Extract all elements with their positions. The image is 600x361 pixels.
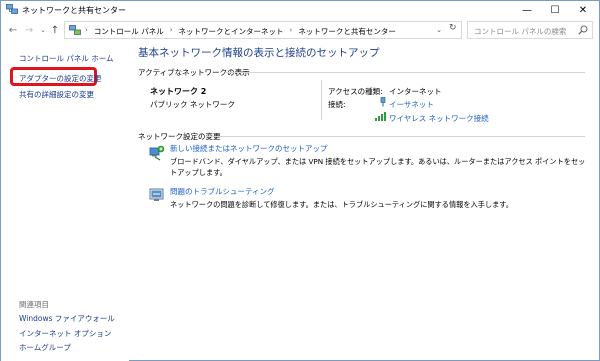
window: ネットワークと共有センター — ☐ ✕ ← → ⌄ ↑ › コントロール パネル… bbox=[0, 0, 600, 361]
breadcrumb-separator: › bbox=[289, 26, 293, 34]
search-input[interactable]: コントロール パネルの検索 bbox=[467, 21, 593, 39]
forward-arrow-icon[interactable]: → bbox=[23, 23, 35, 37]
search-icon bbox=[578, 25, 588, 35]
close-button[interactable]: ✕ bbox=[569, 1, 597, 19]
connections-label: 接続: bbox=[328, 100, 346, 109]
troubleshoot-description: ネットワークの問題を診断して修復します。または、トラブルシューティングに関する情… bbox=[170, 200, 513, 209]
title-bar: ネットワークと共有センター — ☐ ✕ bbox=[1, 1, 599, 19]
troubleshoot-icon bbox=[149, 187, 165, 203]
address-dropdown-icon[interactable]: ⌄ bbox=[433, 23, 445, 37]
up-arrow-icon[interactable]: ↑ bbox=[49, 23, 61, 37]
setup-connection-link[interactable]: 新しい接続またはネットワークのセットアップ bbox=[170, 143, 328, 154]
setup-connection-icon bbox=[149, 145, 165, 161]
back-arrow-icon[interactable]: ← bbox=[7, 23, 19, 37]
control-panel-icon bbox=[69, 25, 81, 36]
sidebar-item-homegroup[interactable]: ホームグループ bbox=[19, 342, 71, 353]
network-type: パブリック ネットワーク bbox=[150, 100, 235, 109]
troubleshoot-link[interactable]: 問題のトラブルシューティング bbox=[170, 186, 275, 197]
setup-connection-description: ブロードバンド、ダイヤルアップ、または VPN 接続をセットアップします。あるい… bbox=[170, 157, 586, 177]
ethernet-icon bbox=[379, 97, 387, 107]
breadcrumb-separator: › bbox=[169, 26, 173, 34]
access-type-label: アクセスの種類: bbox=[328, 87, 383, 96]
network-center-icon bbox=[6, 4, 18, 15]
breadcrumb-separator: › bbox=[85, 26, 88, 34]
wifi-signal-icon bbox=[375, 112, 387, 121]
page-title: 基本ネットワーク情報の表示と接続のセットアップ bbox=[138, 47, 380, 59]
breadcrumb-network-internet[interactable]: ネットワークとインターネット bbox=[179, 26, 284, 37]
vertical-divider bbox=[321, 80, 322, 120]
section-divider bbox=[225, 72, 585, 73]
sidebar-item-advanced-sharing[interactable]: 共有の詳細設定の変更 bbox=[19, 89, 94, 100]
wireless-connection-link[interactable]: ワイヤレス ネットワーク接続 bbox=[389, 113, 489, 124]
sidebar: コントロール パネル ホーム アダプターの設定の変更 共有の詳細設定の変更 関連… bbox=[1, 41, 129, 361]
breadcrumb-control-panel[interactable]: コントロール パネル bbox=[94, 26, 164, 37]
access-type-value: インターネット bbox=[389, 87, 442, 96]
network-name: ネットワーク 2 bbox=[150, 87, 207, 96]
sidebar-item-windows-firewall[interactable]: Windows ファイアウォール bbox=[19, 313, 115, 324]
search-placeholder: コントロール パネルの検索 bbox=[474, 27, 567, 36]
window-title: ネットワークと共有センター bbox=[22, 6, 126, 15]
breadcrumb-sharing-center[interactable]: ネットワークと共有センター bbox=[298, 26, 396, 37]
sidebar-item-adapter-settings[interactable]: アダプターの設定の変更 bbox=[19, 73, 102, 84]
refresh-icon[interactable]: ↻ bbox=[449, 23, 457, 33]
address-bar[interactable]: › コントロール パネル › ネットワークとインターネット › ネットワークと共… bbox=[64, 21, 462, 39]
ethernet-link[interactable]: イーサネット bbox=[389, 99, 434, 110]
sidebar-item-internet-options[interactable]: インターネット オプション bbox=[19, 328, 111, 339]
breadcrumb: › コントロール パネル › ネットワークとインターネット › ネットワークと共… bbox=[85, 26, 396, 37]
sidebar-item-control-panel-home[interactable]: コントロール パネル ホーム bbox=[19, 53, 114, 64]
navigation-bar: ← → ⌄ ↑ › コントロール パネル › ネットワークとインターネット › … bbox=[1, 19, 599, 41]
maximize-button[interactable]: ☐ bbox=[541, 1, 569, 19]
related-heading: 関連項目 bbox=[19, 300, 49, 309]
section-divider bbox=[206, 136, 585, 137]
main-content: 基本ネットワーク情報の表示と接続のセットアップ アクティブなネットワークの表示 … bbox=[129, 41, 599, 361]
minimize-button[interactable]: — bbox=[513, 1, 541, 19]
recent-locations-icon[interactable]: ⌄ bbox=[37, 23, 49, 37]
